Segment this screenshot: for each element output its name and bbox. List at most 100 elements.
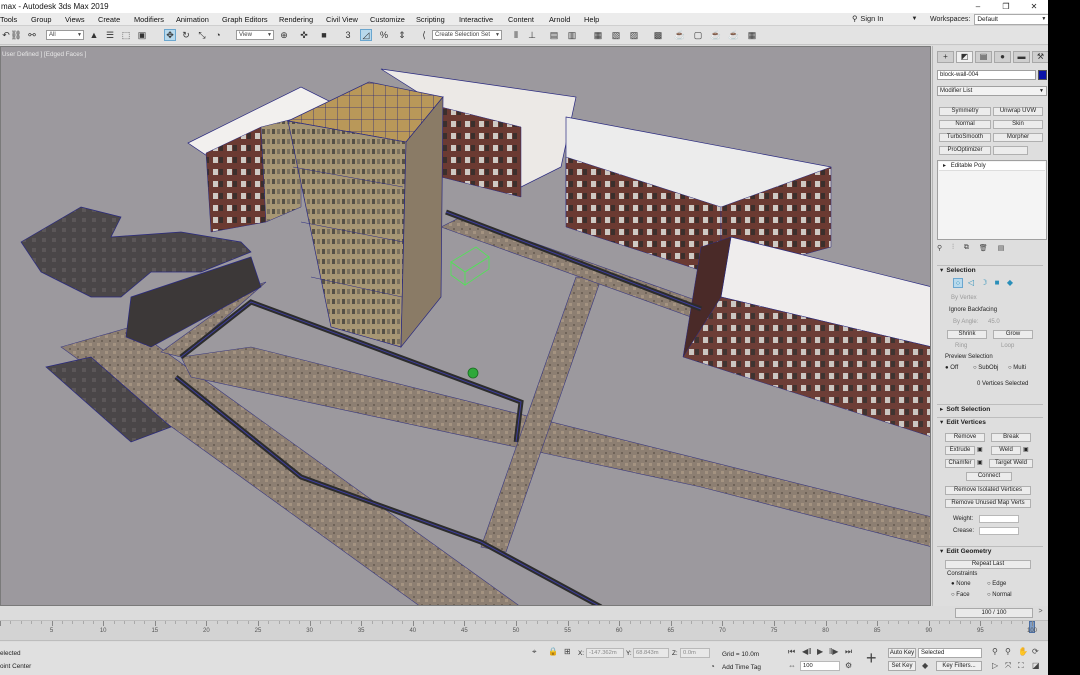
ignore-backfacing-checkbox[interactable]: Ignore Backfacing: [949, 307, 997, 313]
maximize-viewport-icon[interactable]: ◪: [1032, 661, 1040, 670]
select-manipulate-icon[interactable]: ✜: [298, 29, 310, 41]
rect-selection-region-icon[interactable]: ⬚: [120, 29, 132, 41]
menu-modifiers[interactable]: Modifiers: [134, 15, 164, 24]
snaps-toggle-icon[interactable]: 3: [342, 29, 354, 41]
workspaces-select[interactable]: Default ▼: [974, 14, 1048, 25]
constraint-none-radio[interactable]: ● None: [951, 581, 971, 587]
menu-graph-editors[interactable]: Graph Editors: [222, 15, 268, 24]
unwrap-uvw-button[interactable]: Unwrap UVW: [993, 107, 1043, 116]
extrude-button[interactable]: Extrude: [945, 446, 975, 455]
constraint-face-radio[interactable]: ○ Face: [951, 592, 970, 598]
angle-snap-icon[interactable]: ◿: [360, 29, 372, 41]
time-tag-icon[interactable]: ◔: [710, 662, 715, 671]
render-setup-icon[interactable]: ☕: [674, 29, 686, 41]
selection-filter-select[interactable]: All ▼: [46, 30, 84, 40]
edit-named-sets-icon[interactable]: ⟨: [418, 29, 430, 41]
weld-settings-icon[interactable]: ▣: [1023, 446, 1029, 453]
soft-selection-rollout-header[interactable]: ▸ Soft Selection: [937, 404, 1043, 414]
polygon-subobject-icon[interactable]: ■: [992, 278, 1002, 288]
key-filter-icon[interactable]: ◆: [922, 661, 928, 670]
walk-through-icon[interactable]: ⤧: [1005, 661, 1011, 671]
break-button[interactable]: Break: [991, 433, 1031, 442]
object-color-swatch[interactable]: [1038, 70, 1047, 80]
play-icon[interactable]: ▶: [817, 647, 823, 656]
border-subobject-icon[interactable]: ☽: [979, 278, 989, 288]
pin-stack-icon[interactable]: ⚲: [937, 244, 942, 252]
create-tab-icon[interactable]: +: [937, 51, 954, 63]
preview-multi-radio[interactable]: ○ Multi: [1008, 365, 1026, 371]
remove-isolated-vertices-button[interactable]: Remove Isolated Vertices: [945, 486, 1031, 495]
add-time-tag-button[interactable]: Add Time Tag: [722, 664, 761, 671]
vertex-subobject-icon[interactable]: ⁘: [953, 278, 963, 288]
menu-group[interactable]: Group: [31, 15, 52, 24]
menu-rendering[interactable]: Rendering: [279, 15, 313, 24]
remove-modifier-icon[interactable]: 🗑: [979, 244, 988, 252]
toggle-ribbon-icon[interactable]: ▦: [592, 29, 604, 41]
object-name-field[interactable]: block-wall-004: [937, 70, 1036, 80]
select-rotate-icon[interactable]: ↻: [180, 29, 192, 41]
set-key-icon[interactable]: +: [866, 648, 877, 669]
menu-help[interactable]: Help: [584, 15, 599, 24]
toggle-scene-explorer-icon[interactable]: ▤: [548, 29, 560, 41]
menu-create[interactable]: Create: [98, 15, 120, 24]
skin-button[interactable]: Skin: [993, 120, 1043, 129]
next-frame-button-icon[interactable]: ‖▶: [829, 647, 838, 656]
extrude-settings-icon[interactable]: ▣: [977, 446, 983, 453]
select-scale-icon[interactable]: ⤡: [196, 29, 208, 41]
isolate-selection-icon[interactable]: ⌖: [532, 647, 537, 657]
chamfer-button[interactable]: Chamfer: [945, 459, 975, 468]
mirror-icon[interactable]: ⫴: [510, 29, 522, 41]
go-to-end-icon[interactable]: ⏭: [845, 647, 852, 657]
orbit-icon[interactable]: ⟳: [1032, 647, 1039, 656]
zoom-icon[interactable]: ⚲: [992, 647, 998, 656]
modify-tab-icon[interactable]: ◩: [956, 51, 973, 63]
weld-button[interactable]: Weld: [991, 446, 1021, 455]
turbosmooth-button[interactable]: TurboSmooth: [939, 133, 991, 142]
spinner-snap-icon[interactable]: ⇕: [396, 29, 408, 41]
modifier-list-select[interactable]: Modifier List ▼: [937, 86, 1047, 96]
key-set-select[interactable]: Selected: [918, 648, 982, 658]
keyboard-shortcut-icon[interactable]: ■: [318, 29, 330, 41]
empty-modifier-slot[interactable]: [993, 146, 1028, 155]
field-of-view-icon[interactable]: ▷: [992, 661, 998, 670]
next-frame-icon[interactable]: >: [1036, 608, 1045, 618]
connect-button[interactable]: Connect: [966, 472, 1012, 481]
pan-view-icon[interactable]: ✋: [1018, 647, 1028, 656]
shrink-button[interactable]: Shrink: [947, 330, 987, 339]
menu-tools[interactable]: Tools: [0, 15, 17, 24]
edit-vertices-rollout-header[interactable]: ▾ Edit Vertices: [937, 417, 1043, 427]
sign-in-area[interactable]: ⚲ Sign In ▼: [852, 14, 917, 23]
absolute-mode-icon[interactable]: ⊞: [564, 647, 571, 656]
loop-button[interactable]: Loop: [1001, 343, 1014, 349]
menu-interactive[interactable]: Interactive: [459, 15, 493, 24]
rendered-frame-window-icon[interactable]: ▢: [692, 29, 704, 41]
constraint-normal-radio[interactable]: ○ Normal: [987, 592, 1012, 598]
curve-editor-icon[interactable]: ▧: [610, 29, 622, 41]
morpher-button[interactable]: Morpher: [993, 133, 1043, 142]
align-icon[interactable]: ⊥: [526, 29, 538, 41]
zoom-extents-icon[interactable]: ⛶: [1018, 661, 1024, 671]
percent-snap-icon[interactable]: %: [378, 29, 390, 41]
key-filters-button[interactable]: Key Filters...: [936, 661, 982, 671]
zoom-all-icon[interactable]: ⚲: [1005, 647, 1011, 656]
normal-button[interactable]: Normal: [939, 120, 991, 129]
time-slider-handle[interactable]: 100 / 100: [955, 608, 1033, 618]
menu-scripting[interactable]: Scripting: [416, 15, 445, 24]
remove-unused-map-verts-button[interactable]: Remove Unused Map Verts: [945, 499, 1031, 508]
pivot-center-icon[interactable]: ⊕: [278, 29, 290, 41]
display-tab-icon[interactable]: ▬: [1013, 51, 1030, 63]
previous-frame-icon[interactable]: ◀‖: [802, 647, 811, 656]
sign-in-link[interactable]: Sign In: [860, 14, 883, 23]
select-object-icon[interactable]: ▲: [88, 29, 100, 41]
element-subobject-icon[interactable]: ◆: [1005, 278, 1015, 288]
menu-views[interactable]: Views: [65, 15, 85, 24]
modifier-stack[interactable]: ▸ Editable Poly: [937, 160, 1047, 240]
constraint-edge-radio[interactable]: ○ Edge: [987, 581, 1006, 587]
viewport-label[interactable]: User Defined ] [Edged Faces ]: [2, 51, 86, 58]
preview-subobj-radio[interactable]: ○ SubObj: [973, 365, 998, 371]
current-frame-field[interactable]: 100: [800, 661, 840, 671]
menu-content[interactable]: Content: [508, 15, 534, 24]
menu-civil-view[interactable]: Civil View: [326, 15, 358, 24]
weight-spinner[interactable]: [979, 515, 1019, 523]
time-slider[interactable]: < 100 / 100 >: [0, 606, 1048, 620]
